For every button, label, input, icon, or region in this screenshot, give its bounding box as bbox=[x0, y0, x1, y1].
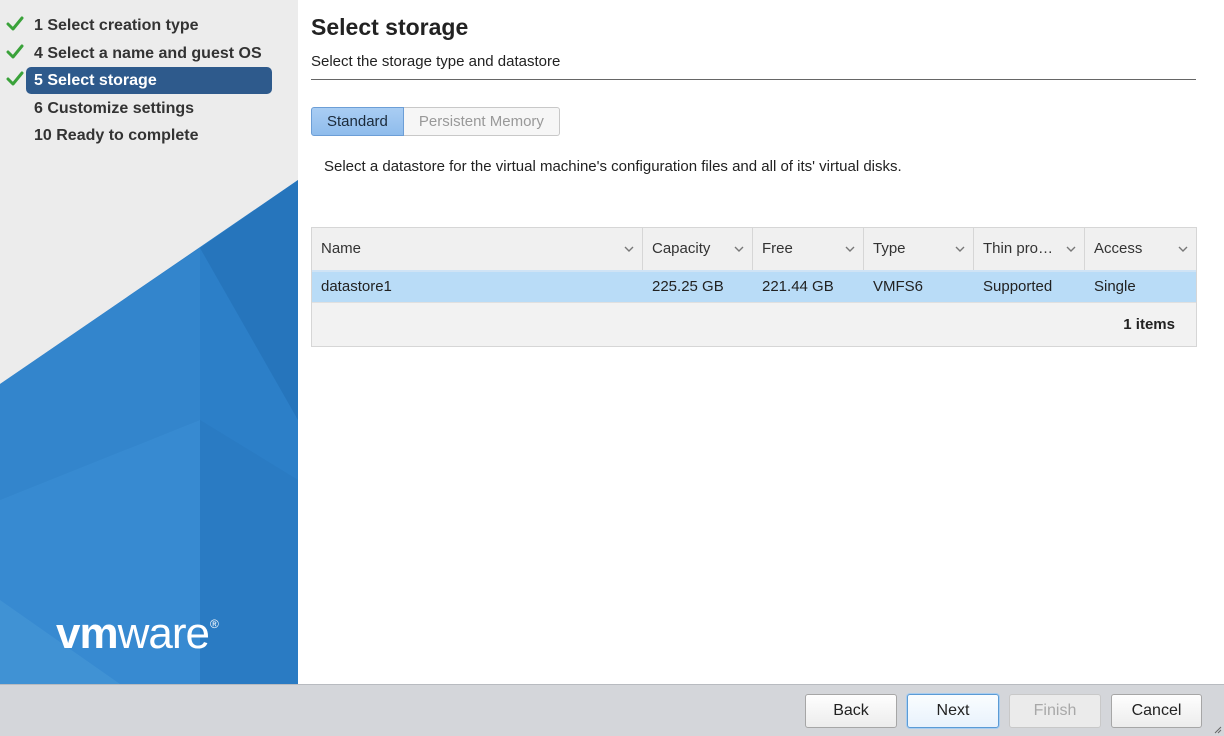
step-select-creation-type[interactable]: 1 Select creation type bbox=[0, 12, 298, 40]
chevron-down-icon[interactable] bbox=[1066, 244, 1076, 254]
step-ready-to-complete[interactable]: 10 Ready to complete bbox=[0, 122, 298, 150]
finish-button[interactable]: Finish bbox=[1009, 694, 1101, 728]
chevron-down-icon[interactable] bbox=[734, 244, 744, 254]
datastore-description: Select a datastore for the virtual machi… bbox=[324, 158, 902, 175]
column-label: Access bbox=[1094, 240, 1143, 257]
table-footer: 1 items bbox=[312, 302, 1196, 346]
step-select-storage[interactable]: 5 Select storage bbox=[0, 67, 298, 95]
table-row[interactable]: datastore1 225.25 GB 221.44 GB VMFS6 Sup… bbox=[312, 272, 1196, 302]
cell-access: Single bbox=[1094, 278, 1136, 295]
step-select-name-guest-os[interactable]: 4 Select a name and guest OS bbox=[0, 40, 298, 68]
column-label: Type bbox=[873, 240, 906, 257]
cell-thin-provisioning: Supported bbox=[983, 278, 1053, 295]
column-header-thin-provisioning[interactable]: Thin pro… bbox=[974, 228, 1085, 270]
title-divider bbox=[311, 79, 1196, 80]
step-label: 4 Select a name and guest OS bbox=[34, 44, 262, 62]
tab-standard[interactable]: Standard bbox=[311, 107, 404, 136]
column-label: Capacity bbox=[652, 240, 711, 257]
vmware-logo: vmware® bbox=[56, 609, 219, 658]
column-label: Free bbox=[762, 240, 793, 257]
step-label: 10 Ready to complete bbox=[34, 127, 199, 144]
column-label: Name bbox=[321, 240, 362, 257]
cell-name: datastore1 bbox=[321, 278, 392, 295]
wizard-sidebar: 1 Select creation type 4 Select a name a… bbox=[0, 0, 298, 684]
column-header-type[interactable]: Type bbox=[864, 228, 974, 270]
chevron-down-icon[interactable] bbox=[845, 244, 855, 254]
tab-persistent-memory[interactable]: Persistent Memory bbox=[403, 107, 560, 136]
item-count: 1 items bbox=[1123, 316, 1175, 333]
column-header-free[interactable]: Free bbox=[753, 228, 864, 270]
column-header-capacity[interactable]: Capacity bbox=[643, 228, 753, 270]
table-header: Name Capacity Free Type Thin pro… Access bbox=[312, 228, 1196, 272]
step-label: 1 Select creation type bbox=[34, 17, 199, 34]
next-button[interactable]: Next bbox=[907, 694, 999, 728]
chevron-down-icon[interactable] bbox=[624, 244, 634, 254]
column-header-access[interactable]: Access bbox=[1085, 228, 1196, 270]
cell-type: VMFS6 bbox=[873, 278, 924, 295]
page-title: Select storage bbox=[311, 14, 469, 40]
cancel-button[interactable]: Cancel bbox=[1111, 694, 1202, 728]
checkmark-icon bbox=[6, 16, 24, 31]
checkmark-icon bbox=[6, 44, 24, 58]
step-label: 6 Customize settings bbox=[34, 99, 195, 117]
cell-capacity: 225.25 GB bbox=[652, 278, 724, 295]
step-customize-settings[interactable]: 6 Customize settings bbox=[0, 95, 298, 123]
storage-type-tabs: Standard Persistent Memory bbox=[311, 107, 560, 136]
back-button[interactable]: Back bbox=[805, 694, 897, 728]
page-subtitle: Select the storage type and datastore bbox=[311, 53, 561, 70]
cell-free: 221.44 GB bbox=[762, 278, 834, 295]
chevron-down-icon[interactable] bbox=[955, 244, 965, 254]
checkmark-icon bbox=[6, 71, 24, 86]
resize-grip-icon[interactable] bbox=[1212, 724, 1222, 734]
step-label: 5 Select storage bbox=[26, 67, 272, 94]
main-panel: Select storage Select the storage type a… bbox=[298, 0, 1224, 684]
datastore-table: Name Capacity Free Type Thin pro… Access… bbox=[311, 227, 1197, 347]
chevron-down-icon[interactable] bbox=[1178, 244, 1188, 254]
wizard-footer: Back Next Finish Cancel bbox=[0, 684, 1224, 736]
column-header-name[interactable]: Name bbox=[312, 228, 643, 270]
column-label: Thin pro… bbox=[983, 240, 1054, 257]
wizard-steps: 1 Select creation type 4 Select a name a… bbox=[0, 12, 298, 150]
